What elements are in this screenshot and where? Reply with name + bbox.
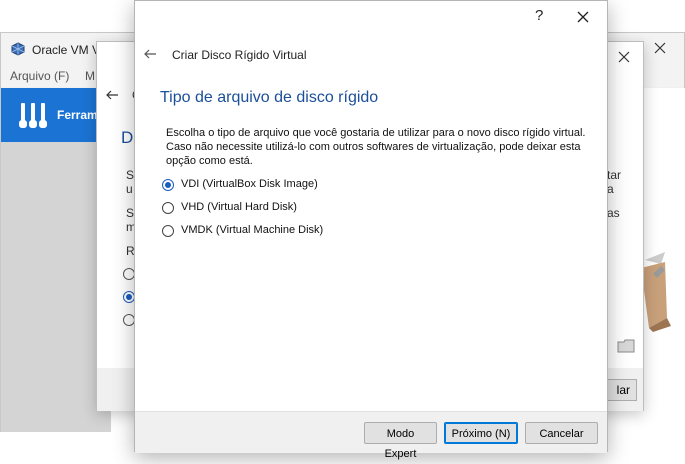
manager-title: Oracle VM V: [32, 43, 101, 57]
mid-text-fragment: u: [126, 182, 133, 196]
description-text: Escolha o tipo de arquivo que você gosta…: [166, 126, 586, 168]
menu-arquivo[interactable]: Arquivo (F): [10, 69, 69, 83]
help-icon[interactable]: ?: [535, 7, 543, 24]
option-vdi-label[interactable]: VDI (VirtualBox Disk Image): [181, 178, 318, 190]
tools-icon: [19, 103, 47, 128]
cancel-button[interactable]: Cancelar: [525, 422, 598, 444]
radio-vmdk[interactable]: [162, 225, 174, 237]
close-icon[interactable]: [653, 41, 667, 55]
mid-text-fragment: a: [607, 182, 614, 196]
mid-text-fragment: tar: [607, 168, 622, 182]
folder-icon[interactable]: [617, 339, 635, 353]
tools-item[interactable]: Ferram: [1, 88, 111, 143]
option-vhd-label[interactable]: VHD (Virtual Hard Disk): [181, 201, 297, 213]
machine-list-pane: [1, 142, 111, 432]
radio-vdi[interactable]: [162, 179, 174, 191]
create-virtual-disk-dialog: ? Criar Disco Rígido Virtual Tipo de arq…: [134, 0, 608, 460]
back-arrow-icon[interactable]: [143, 47, 157, 61]
close-icon[interactable]: [576, 10, 590, 24]
description-line: Escolha o tipo de arquivo que você gosta…: [166, 127, 586, 139]
back-arrow-icon[interactable]: [105, 88, 119, 102]
menu-maquina[interactable]: M: [85, 69, 95, 83]
next-button[interactable]: Próximo (N): [444, 422, 518, 444]
mid-text-fragment: as: [607, 206, 620, 220]
page-heading: Tipo de arquivo de disco rígido: [160, 89, 379, 106]
description-line: opção como está.: [166, 155, 253, 167]
close-icon[interactable]: [617, 50, 631, 64]
radio-vhd[interactable]: [162, 202, 174, 214]
virtualbox-logo-icon: [11, 42, 25, 56]
dialog-title: Criar Disco Rígido Virtual: [172, 48, 307, 62]
option-vmdk-label[interactable]: VMDK (Virtual Machine Disk): [181, 224, 323, 236]
description-line: Caso não necessite utilizá-lo com outros…: [166, 141, 581, 153]
tools-label: Ferram: [57, 108, 98, 122]
expert-mode-button[interactable]: Modo Expert: [364, 422, 437, 460]
